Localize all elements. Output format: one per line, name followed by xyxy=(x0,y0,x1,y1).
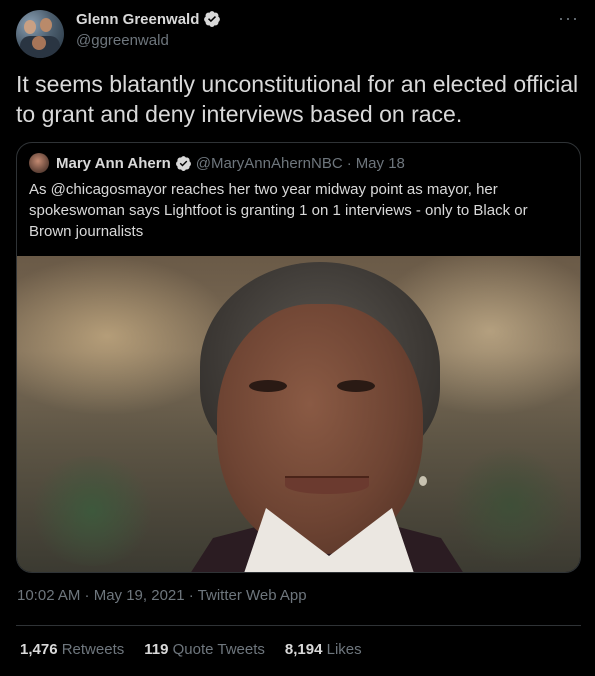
quoted-tweet-header: Mary Ann Ahern @MaryAnnAhernNBC · May 18 xyxy=(29,153,405,173)
retweets-count: 1,476 xyxy=(20,641,58,658)
author-handle[interactable]: @ggreenwald xyxy=(76,32,169,49)
tweet-timestamp-source[interactable]: 10:02 AM · May 19, 2021 · Twitter Web Ap… xyxy=(17,587,307,604)
divider xyxy=(16,625,581,626)
more-horizontal-icon[interactable]: ··· xyxy=(558,8,579,29)
quote-tweets-count: 119 xyxy=(144,641,169,658)
author-name-row: Glenn Greenwald xyxy=(76,10,221,28)
author-display-name[interactable]: Glenn Greenwald xyxy=(76,11,199,28)
quoted-tweet-photo[interactable] xyxy=(17,256,580,572)
quoted-tweet-card[interactable]: Mary Ann Ahern @MaryAnnAhernNBC · May 18… xyxy=(16,142,581,573)
quoted-author-avatar xyxy=(29,153,49,173)
quoted-tweet-date: May 18 xyxy=(355,154,405,172)
stat-retweets[interactable]: 1,476 Retweets xyxy=(20,641,124,658)
quoted-author-display-name: Mary Ann Ahern xyxy=(56,154,171,172)
quoted-tweet-text: As @chicagosmayor reaches her two year m… xyxy=(29,181,528,240)
stat-likes[interactable]: 8,194 Likes xyxy=(285,641,362,658)
verified-badge-icon xyxy=(175,155,191,171)
tweet-text: It seems blatantly unconstitutional for … xyxy=(16,71,579,127)
likes-count: 8,194 xyxy=(284,641,323,658)
separator-dot: · xyxy=(346,154,352,172)
quote-tweets-label: Quote Tweets xyxy=(172,641,265,658)
engagement-stats: 1,476 Retweets 119 Quote Tweets 8,194 Li… xyxy=(20,641,362,658)
tweet-header: Glenn Greenwald @ggreenwald ··· xyxy=(16,8,583,60)
likes-label: Likes xyxy=(326,641,362,658)
quoted-author-handle: @MaryAnnAhernNBC xyxy=(195,154,343,172)
verified-badge-icon xyxy=(204,11,221,27)
retweets-label: Retweets xyxy=(61,641,125,658)
stat-quote-tweets[interactable]: 119 Quote Tweets xyxy=(144,641,265,658)
author-avatar[interactable] xyxy=(16,10,64,58)
